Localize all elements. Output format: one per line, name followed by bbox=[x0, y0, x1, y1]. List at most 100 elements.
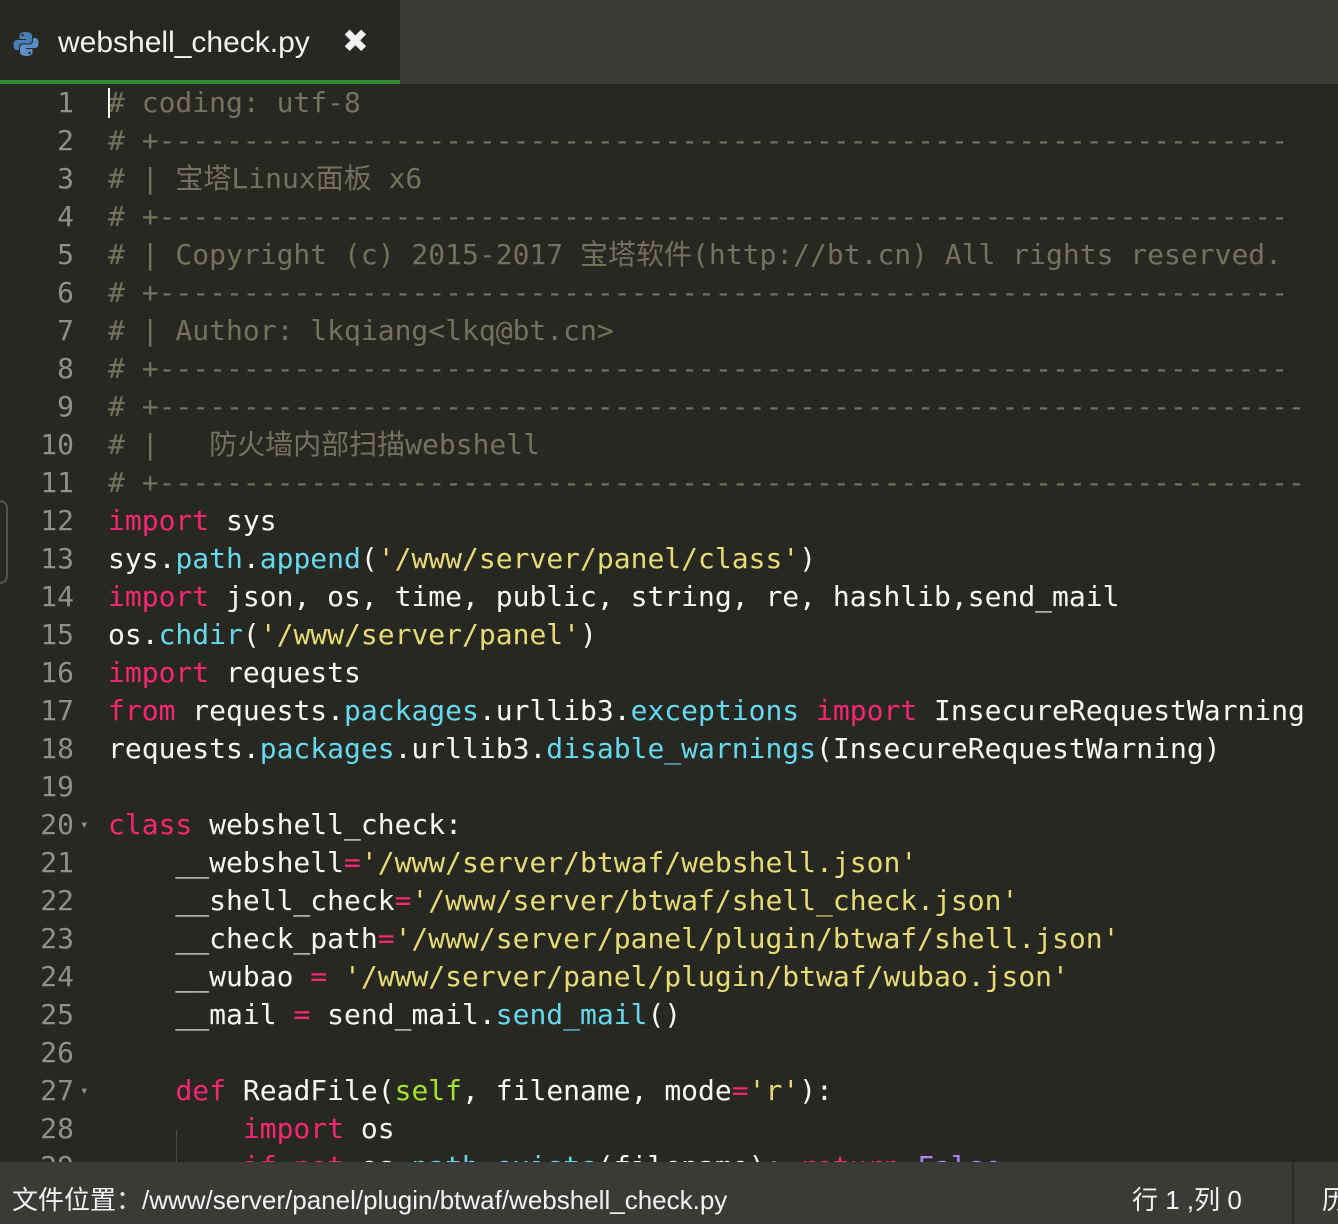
code-token: import bbox=[108, 580, 210, 613]
code-line[interactable]: __check_path='/www/server/panel/plugin/b… bbox=[108, 920, 1119, 958]
code-line[interactable]: def ReadFile(self, filename, mode='r'): bbox=[108, 1072, 833, 1110]
code-line[interactable]: # | Copyright (c) 2015-2017 宝塔软件(http://… bbox=[108, 236, 1282, 274]
code-line[interactable]: # +-------------------------------------… bbox=[108, 388, 1305, 426]
line-number: 5 bbox=[57, 238, 74, 271]
code-line[interactable]: __mail = send_mail.send_mail() bbox=[108, 996, 681, 1034]
code-token: def bbox=[175, 1074, 227, 1107]
code-token: , filename, mode bbox=[462, 1074, 732, 1107]
code-line[interactable]: # +-------------------------------------… bbox=[108, 464, 1305, 502]
code-token: webshell_check: bbox=[192, 808, 463, 841]
code-editor[interactable]: 1 2 3 4 5 6 7 8 9 10 11 12 13 14 15 16 17 18 19 20 ▾ 21 22 23 24… bbox=[0, 84, 1338, 1162]
line-number: 15 bbox=[40, 618, 74, 651]
code-token: = bbox=[310, 960, 328, 993]
code-line[interactable]: sys.path.append('/www/server/panel/class… bbox=[108, 540, 816, 578]
code-token: json, os, time, public, string, re, hash… bbox=[209, 580, 1120, 613]
code-token: os. bbox=[344, 1150, 412, 1162]
code-line[interactable]: os.chdir('/www/server/panel') bbox=[108, 616, 597, 654]
code-line[interactable]: import json, os, time, public, string, r… bbox=[108, 578, 1119, 616]
line-number: 19 bbox=[40, 770, 74, 803]
line-number: 21 bbox=[40, 846, 74, 879]
line-number: 8 bbox=[57, 352, 74, 385]
code-line[interactable]: # coding: utf-8 bbox=[108, 84, 361, 122]
code-token: packages bbox=[259, 732, 395, 765]
code-token: '/www/server/panel' bbox=[259, 618, 581, 651]
code-line[interactable]: from requests.packages.urllib3.exception… bbox=[108, 692, 1305, 730]
code-token: 'r' bbox=[748, 1074, 800, 1107]
code-token: packages bbox=[344, 694, 479, 727]
code-line[interactable]: __webshell='/www/server/btwaf/webshell.j… bbox=[108, 844, 917, 882]
code-token: self bbox=[394, 1074, 463, 1107]
code-token: = bbox=[377, 922, 395, 955]
line-number: 18 bbox=[40, 732, 74, 765]
code-token: '/www/server/btwaf/shell_check.json' bbox=[411, 884, 1019, 917]
code-line[interactable]: __shell_check='/www/server/btwaf/shell_c… bbox=[108, 882, 1018, 920]
code-token: . bbox=[242, 542, 260, 575]
close-icon[interactable]: ✖ bbox=[342, 22, 369, 60]
code-token: os. bbox=[108, 618, 159, 651]
tab-webshell-check[interactable]: webshell_check.py ✖ bbox=[0, 0, 400, 84]
code-token: path bbox=[411, 1150, 478, 1162]
code-token: ( bbox=[360, 542, 378, 575]
code-token: = bbox=[344, 846, 361, 879]
line-number: 3 bbox=[57, 162, 74, 195]
code-token: if bbox=[243, 1150, 277, 1162]
code-token: return bbox=[799, 1150, 900, 1162]
code-line[interactable]: requests.packages.urllib3.disable_warnin… bbox=[108, 730, 1221, 768]
side-panel-handle[interactable] bbox=[0, 500, 8, 584]
code-token: False bbox=[917, 1150, 1001, 1162]
code-token: import bbox=[108, 504, 210, 537]
code-line[interactable]: # | 防火墙内部扫描webshell bbox=[108, 426, 540, 464]
line-number: 6 bbox=[57, 276, 74, 309]
line-number: 24 bbox=[40, 960, 74, 993]
code-line[interactable]: # +-------------------------------------… bbox=[108, 122, 1288, 160]
code-line[interactable]: import sys bbox=[108, 502, 277, 540]
code-token: '/www/server/panel/plugin/btwaf/wubao.js… bbox=[344, 960, 1069, 993]
code-area[interactable]: # coding: utf-8 # +----------------------… bbox=[100, 84, 1338, 1162]
line-number: 25 bbox=[40, 998, 74, 1031]
code-line[interactable]: import os bbox=[108, 1110, 395, 1148]
code-token: = bbox=[293, 998, 311, 1031]
code-token: # | Copyright (c) 2015-2017 宝塔软件(http://… bbox=[108, 238, 1283, 271]
code-token: ( bbox=[377, 1074, 395, 1107]
status-bar: 文件位置：/www/server/panel/plugin/btwaf/webs… bbox=[0, 1162, 1338, 1224]
code-token: requests bbox=[209, 656, 361, 689]
code-line[interactable]: import requests bbox=[108, 654, 361, 692]
line-number: 13 bbox=[40, 542, 74, 575]
status-extra-label[interactable]: 历 bbox=[1322, 1180, 1338, 1217]
code-token: ): bbox=[799, 1074, 833, 1107]
code-token: ReadFile bbox=[242, 1074, 378, 1107]
fold-toggle-icon[interactable]: ▾ bbox=[80, 1072, 88, 1110]
line-number: 4 bbox=[57, 200, 74, 233]
code-line[interactable]: __wubao = '/www/server/panel/plugin/btwa… bbox=[108, 958, 1069, 996]
code-line[interactable]: class webshell_check: bbox=[108, 806, 462, 844]
code-token: __mail bbox=[108, 998, 294, 1031]
code-token: ( bbox=[242, 618, 260, 651]
code-line[interactable]: # +-------------------------------------… bbox=[108, 198, 1288, 236]
code-token: # +-------------------------------------… bbox=[108, 390, 1305, 423]
code-token: = bbox=[731, 1074, 749, 1107]
fold-toggle-icon[interactable]: ▾ bbox=[80, 806, 88, 844]
code-line[interactable]: if not os.path.exists(filename): return … bbox=[108, 1148, 1002, 1162]
code-token: chdir bbox=[158, 618, 243, 651]
code-token: append bbox=[259, 542, 361, 575]
code-line[interactable]: # +-------------------------------------… bbox=[108, 274, 1288, 312]
code-token: send_mail. bbox=[310, 998, 496, 1031]
code-line[interactable]: # | 宝塔Linux面板 x6 bbox=[108, 160, 422, 198]
line-number: 14 bbox=[40, 580, 74, 613]
code-token: exists bbox=[496, 1150, 597, 1162]
line-number: 11 bbox=[40, 466, 74, 499]
code-line[interactable]: # +-------------------------------------… bbox=[108, 350, 1288, 388]
code-line[interactable]: # | Author: lkqiang<lkq@bt.cn> bbox=[108, 312, 614, 350]
code-token: (filename): bbox=[597, 1150, 799, 1162]
code-token: ) bbox=[580, 618, 597, 651]
python-icon bbox=[12, 30, 40, 58]
line-number: 23 bbox=[40, 922, 74, 955]
text-cursor bbox=[108, 88, 110, 118]
code-token: import bbox=[108, 656, 210, 689]
